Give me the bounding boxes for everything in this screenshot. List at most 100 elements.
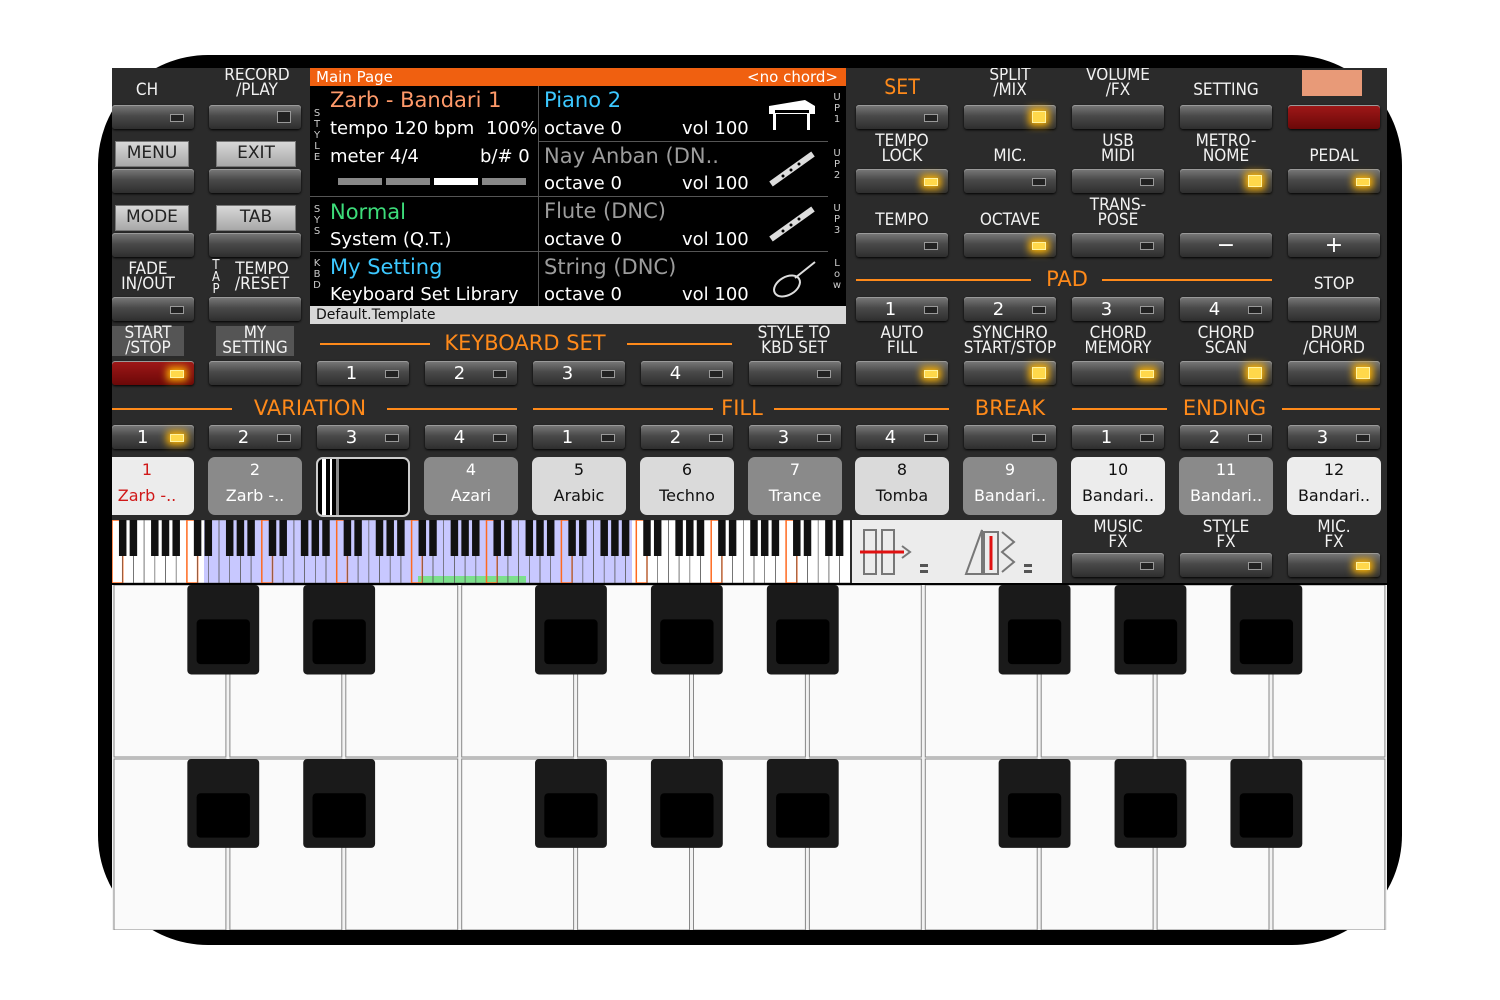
pad-3-button[interactable]: 3 xyxy=(1072,297,1164,321)
kbd-set-3-button[interactable]: 3 xyxy=(533,361,625,385)
style-slot-12[interactable]: 12 Bandari.. xyxy=(1287,457,1381,515)
up2-tag: UP2 xyxy=(833,148,841,181)
fill-4-button[interactable]: 4 xyxy=(856,425,948,449)
pedal-button[interactable] xyxy=(1288,169,1380,193)
fill-3-button[interactable]: 3 xyxy=(749,425,841,449)
tempo-label: TEMPO xyxy=(875,210,929,230)
mic-button[interactable] xyxy=(964,169,1056,193)
metronome-label: METRO- NOME xyxy=(1195,131,1257,166)
tab-button[interactable] xyxy=(209,233,301,257)
start-stop-button[interactable] xyxy=(112,361,194,385)
style-fx-button[interactable] xyxy=(1180,553,1272,577)
my-setting-button[interactable] xyxy=(209,361,301,385)
tap-label: T A P xyxy=(212,258,220,297)
pad-4-button[interactable]: 4 xyxy=(1180,297,1272,321)
style-slot-9[interactable]: 9 Bandari.. xyxy=(963,457,1057,515)
set-button[interactable] xyxy=(856,105,948,129)
mini-keyboard-overview[interactable] xyxy=(112,520,850,583)
pad-1-button[interactable]: 1 xyxy=(856,297,948,321)
top-right-tab[interactable] xyxy=(1302,70,1362,96)
beat-indicator-3 xyxy=(434,178,478,185)
synchro-button[interactable] xyxy=(964,361,1056,385)
usb-midi-button[interactable] xyxy=(1072,169,1164,193)
transpose-button[interactable] xyxy=(1072,233,1164,257)
menu-button[interactable] xyxy=(112,169,194,193)
octave-button[interactable] xyxy=(964,233,1056,257)
tempo-button[interactable] xyxy=(856,233,948,257)
fade-button[interactable] xyxy=(112,297,194,321)
exit-button[interactable] xyxy=(209,169,301,193)
style-slot-3[interactable] xyxy=(316,457,410,517)
mode-button[interactable] xyxy=(112,233,194,257)
sys-name[interactable]: Normal xyxy=(330,200,406,224)
drum-chord-button[interactable] xyxy=(1288,361,1380,385)
synchro-label: SYNCHRO START/STOP xyxy=(963,323,1057,358)
tempo-lock-button[interactable] xyxy=(856,169,948,193)
kbd-set-4-button[interactable]: 4 xyxy=(641,361,733,385)
style-slot-4[interactable]: 4 Azari xyxy=(424,457,518,515)
keyboard-height-icon[interactable] xyxy=(962,526,1037,578)
music-fx-button[interactable] xyxy=(1072,553,1164,577)
ending-1-button[interactable]: 1 xyxy=(1072,425,1164,449)
style-slot-5[interactable]: 5 Arabic xyxy=(532,457,626,515)
style-slot-10[interactable]: 10 Bandari.. xyxy=(1071,457,1165,515)
chord-readout: <no chord> xyxy=(747,68,838,86)
kbd-set-2-button[interactable]: 2 xyxy=(425,361,517,385)
style-slot-1[interactable]: 1 Zarb -.. xyxy=(112,457,194,515)
style-to-kbd-button[interactable] xyxy=(749,361,841,385)
setting-button[interactable] xyxy=(1180,105,1272,129)
mini-black-key xyxy=(386,520,394,556)
style-side-label: STYLE xyxy=(313,108,321,163)
style-name[interactable]: Zarb - Bandari 1 xyxy=(330,88,501,112)
record-play-button[interactable] xyxy=(209,105,301,129)
black-key-shade xyxy=(196,793,250,838)
fill-1-button[interactable]: 1 xyxy=(533,425,625,449)
style-slot-11[interactable]: 11 Bandari.. xyxy=(1179,457,1273,515)
style-slot-6[interactable]: 6 Techno xyxy=(640,457,734,515)
variation-2-button[interactable]: 2 xyxy=(209,425,301,449)
variation-3-button[interactable]: 3 xyxy=(317,425,409,449)
metronome-button[interactable] xyxy=(1180,169,1272,193)
piano-keyboards[interactable] xyxy=(112,585,1387,930)
style-slot-7[interactable]: 7 Trance xyxy=(748,457,842,515)
tap-tempo-button[interactable] xyxy=(209,297,301,321)
page-title: Main Page xyxy=(316,68,393,86)
pad-2-button[interactable]: 2 xyxy=(964,297,1056,321)
volume-fx-button[interactable] xyxy=(1072,105,1164,129)
ending-3-button[interactable]: 3 xyxy=(1288,425,1380,449)
my-setting-label: MY SETTING xyxy=(216,325,294,357)
low-voice[interactable]: String (DNC) xyxy=(544,255,676,279)
up3-voice[interactable]: Flute (DNC) xyxy=(544,199,666,223)
black-key-shade xyxy=(1007,793,1062,838)
minus-button[interactable]: − xyxy=(1180,233,1272,258)
ending-2-button[interactable]: 2 xyxy=(1180,425,1272,449)
split-resize-icon[interactable] xyxy=(858,526,933,578)
chord-scan-button[interactable] xyxy=(1180,361,1272,385)
beat-indicator-4 xyxy=(482,178,526,185)
style-slot-8[interactable]: 8 Tomba xyxy=(855,457,949,515)
auto-fill-button[interactable] xyxy=(856,361,948,385)
kbd-name[interactable]: My Setting xyxy=(330,255,442,279)
fill-2-button[interactable]: 2 xyxy=(641,425,733,449)
tempo-percent: 100% xyxy=(486,118,538,139)
variation-1-button[interactable]: 1 xyxy=(112,425,194,449)
kbd-set-1-button[interactable]: 1 xyxy=(317,361,409,385)
style-slot-2[interactable]: 2 Zarb -.. xyxy=(208,457,302,515)
split-mix-label: SPLIT /MIX xyxy=(989,68,1031,100)
break-button[interactable] xyxy=(964,425,1056,449)
chord-memory-button[interactable] xyxy=(1072,361,1164,385)
mini-black-key xyxy=(161,520,170,556)
pad-stop-button[interactable] xyxy=(1288,297,1380,321)
variation-4-button[interactable]: 4 xyxy=(425,425,517,449)
piano-keys[interactable] xyxy=(112,585,1387,930)
up2-voice[interactable]: Nay Anban (DN.. xyxy=(544,144,719,168)
left-top-button[interactable] xyxy=(112,105,194,129)
exit-tag: EXIT xyxy=(216,141,296,167)
up1-voice[interactable]: Piano 2 xyxy=(544,88,621,112)
template-name: Default.Template xyxy=(316,307,436,323)
split-mix-button[interactable] xyxy=(964,105,1056,129)
plus-button[interactable]: + xyxy=(1288,233,1380,258)
up3-tag: UP3 xyxy=(833,203,841,236)
power-button[interactable] xyxy=(1288,105,1380,129)
mic-fx-button[interactable] xyxy=(1288,553,1380,577)
